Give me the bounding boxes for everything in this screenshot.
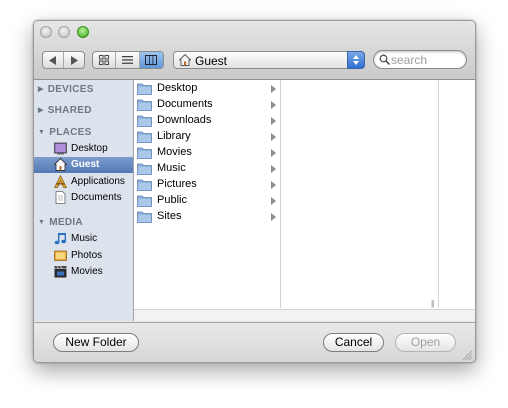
file-name: Library xyxy=(157,130,191,142)
search-field[interactable]: search xyxy=(373,50,467,69)
list-view-button[interactable] xyxy=(116,52,140,68)
home-icon xyxy=(179,54,191,66)
location-label: Guest xyxy=(195,54,228,68)
empty-column-2 xyxy=(439,80,475,308)
toolbar: Guest search xyxy=(34,21,475,80)
file-name: Pictures xyxy=(157,178,197,190)
file-row[interactable]: Music xyxy=(134,161,280,177)
minimize-window-button[interactable] xyxy=(58,26,70,38)
photos-icon xyxy=(54,250,67,261)
open-dialog-window: Guest search ▶DEVICES ▶SHARED ▼PLACES xyxy=(33,20,476,363)
horizontal-scrollbar[interactable] xyxy=(134,309,475,321)
file-row[interactable]: Movies xyxy=(134,145,280,161)
disclosure-collapsed-icon: ▶ xyxy=(38,107,44,114)
sidebar-section-places[interactable]: ▼ PLACES xyxy=(38,127,92,138)
close-window-button[interactable] xyxy=(40,26,52,38)
forward-button[interactable] xyxy=(64,52,84,68)
list-view-icon xyxy=(122,56,134,64)
icon-view-button[interactable] xyxy=(93,52,117,68)
folder-icon xyxy=(137,195,152,207)
disclosure-arrow-icon xyxy=(271,149,276,157)
sidebar-item-applications[interactable]: Applications xyxy=(34,174,133,190)
view-mode-control xyxy=(92,51,164,69)
folder-icon xyxy=(137,179,152,191)
sidebar-section-media[interactable]: ▼ MEDIA xyxy=(38,217,83,228)
file-row[interactable]: Downloads xyxy=(134,113,280,129)
file-name: Music xyxy=(157,162,186,174)
applications-icon xyxy=(54,175,67,188)
file-name: Downloads xyxy=(157,114,212,126)
resize-grip-icon[interactable] xyxy=(462,350,473,361)
folder-icon xyxy=(137,147,152,159)
file-row[interactable]: Sites xyxy=(134,209,280,225)
sidebar-item-desktop[interactable]: Desktop xyxy=(34,141,133,157)
sidebar-item-movies[interactable]: Movies xyxy=(34,264,133,280)
sidebar-item-photos[interactable]: Photos xyxy=(34,248,133,264)
disclosure-arrow-icon xyxy=(271,197,276,205)
desktop-icon xyxy=(54,142,67,155)
file-name: Movies xyxy=(157,146,192,158)
disclosure-expanded-icon: ▼ xyxy=(38,219,46,226)
folder-icon xyxy=(137,115,152,127)
disclosure-arrow-icon xyxy=(271,117,276,125)
disclosure-arrow-icon xyxy=(271,213,276,221)
folder-icon xyxy=(137,131,152,143)
sidebar-section-shared[interactable]: ▶ SHARED xyxy=(38,105,92,116)
file-row[interactable]: Public xyxy=(134,193,280,209)
back-arrow-icon xyxy=(48,55,56,65)
file-row[interactable]: Documents xyxy=(134,97,280,113)
file-row[interactable]: Library xyxy=(134,129,280,145)
new-folder-button[interactable]: New Folder xyxy=(53,333,139,352)
sidebar-item-guest[interactable]: Guest xyxy=(34,157,133,173)
sidebar-section-devices[interactable]: ▶ DEVICES xyxy=(38,84,94,95)
search-placeholder: search xyxy=(391,53,428,67)
disclosure-expanded-icon: ▼ xyxy=(38,129,46,136)
dialog-button-bar: New Folder Cancel Open xyxy=(34,322,475,362)
back-forward-control xyxy=(42,51,85,69)
disclosure-arrow-icon xyxy=(271,165,276,173)
empty-column: || xyxy=(281,80,439,308)
sidebar-item-documents[interactable]: Documents xyxy=(34,190,133,206)
folder-icon xyxy=(137,211,152,223)
clapper-icon xyxy=(54,265,67,278)
disclosure-collapsed-icon: ▶ xyxy=(38,86,44,93)
disclosure-arrow-icon xyxy=(271,85,276,93)
file-name: Public xyxy=(157,194,187,206)
column-browser: Desktop Documents Downloads Library Movies Mu… xyxy=(134,80,475,321)
column-view-icon xyxy=(145,55,158,65)
disclosure-arrow-icon xyxy=(271,133,276,141)
forward-arrow-icon xyxy=(70,55,78,65)
file-name: Sites xyxy=(157,210,182,222)
sidebar: ▶ DEVICES ▶ SHARED ▼ PLACES Desktop Guest A… xyxy=(34,80,134,321)
back-button[interactable] xyxy=(43,52,64,68)
cancel-button[interactable]: Cancel xyxy=(323,333,384,352)
column-view-button[interactable] xyxy=(139,52,163,68)
file-name: Documents xyxy=(157,98,213,110)
file-name: Desktop xyxy=(157,82,198,94)
search-icon xyxy=(379,54,390,65)
file-row[interactable]: Pictures xyxy=(134,177,280,193)
music-note-icon xyxy=(54,233,66,245)
document-icon xyxy=(55,191,66,204)
up-down-arrows-icon xyxy=(353,55,359,65)
file-row[interactable]: Desktop xyxy=(134,81,280,97)
location-stepper[interactable] xyxy=(347,51,365,69)
guest-folder-column: Desktop Documents Downloads Library Movies Mu… xyxy=(134,80,281,308)
folder-icon xyxy=(137,163,152,175)
home-icon xyxy=(54,158,67,171)
folder-icon xyxy=(137,83,152,95)
column-resize-handle[interactable]: || xyxy=(431,299,434,308)
icon-view-icon xyxy=(99,55,110,65)
open-button[interactable]: Open xyxy=(395,333,456,352)
sidebar-item-music[interactable]: Music xyxy=(34,231,133,247)
zoom-window-button[interactable] xyxy=(77,26,89,38)
location-popup[interactable]: Guest xyxy=(173,51,365,69)
disclosure-arrow-icon xyxy=(271,101,276,109)
disclosure-arrow-icon xyxy=(271,181,276,189)
folder-icon xyxy=(137,99,152,111)
